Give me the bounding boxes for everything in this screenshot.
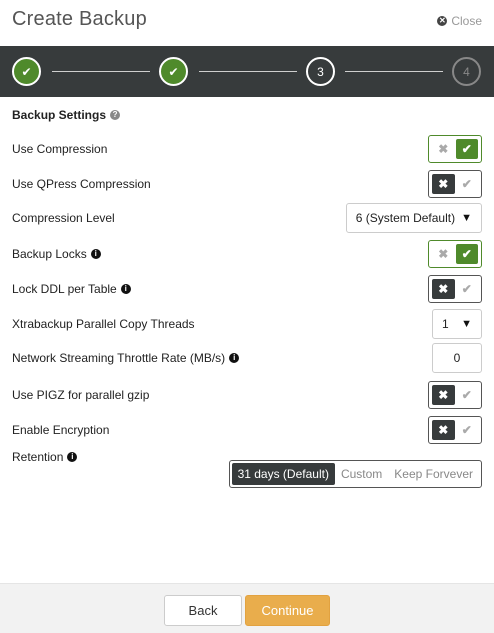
section-title: Backup Settings ? (12, 108, 121, 122)
setting-backup-locks: Backup Locks i ✖ ✔ (12, 239, 482, 269)
setting-label: Compression Level (12, 211, 115, 225)
help-icon[interactable]: ? (110, 110, 121, 120)
info-icon[interactable]: i (229, 353, 240, 363)
setting-enable-encryption: Enable Encryption ✖ ✔ (12, 415, 482, 445)
throttle-rate-input[interactable] (432, 343, 482, 373)
setting-label: Lock DDL per Table (12, 282, 117, 296)
lock-ddl-toggle[interactable]: ✖ ✔ (428, 275, 482, 303)
x-icon[interactable]: ✖ (432, 174, 455, 194)
setting-use-qpress: Use QPress Compression ✖ ✔ (12, 169, 482, 199)
compression-level-select[interactable]: 6 (System Default) ▼ (345, 203, 482, 233)
retention-option-custom[interactable]: Custom (335, 463, 388, 485)
check-icon: ✔ (168, 64, 179, 79)
select-value: 1 (442, 317, 449, 331)
retention-option-default[interactable]: 31 days (Default) (231, 463, 335, 485)
step-2-done: ✔ (159, 57, 188, 86)
setting-retention: Retention i 31 days (Default) Custom Kee… (12, 450, 482, 488)
setting-use-pigz: Use PIGZ for parallel gzip ✖ ✔ (12, 380, 482, 410)
setting-compression-level: Compression Level 6 (System Default) ▼ (12, 203, 482, 233)
x-icon[interactable]: ✖ (432, 244, 455, 264)
setting-label: Network Streaming Throttle Rate (MB/s) (12, 351, 226, 365)
use-qpress-toggle[interactable]: ✖ ✔ (428, 170, 482, 198)
step-connector (52, 71, 150, 72)
dialog-header: Create Backup ✕ Close (0, 0, 494, 46)
check-icon: ✔ (21, 64, 32, 79)
setting-label: Retention (12, 450, 64, 464)
setting-label: Use QPress Compression (12, 177, 151, 191)
step-connector (199, 71, 297, 72)
use-compression-toggle[interactable]: ✖ ✔ (428, 135, 482, 163)
setting-label: Use PIGZ for parallel gzip (12, 388, 150, 402)
step-1-done: ✔ (12, 57, 41, 86)
retention-segmented: 31 days (Default) Custom Keep Forvever (228, 460, 482, 488)
info-icon[interactable]: i (120, 284, 131, 294)
check-icon[interactable]: ✔ (456, 420, 479, 440)
x-icon[interactable]: ✖ (432, 420, 455, 440)
setting-label: Enable Encryption (12, 423, 110, 437)
check-icon[interactable]: ✔ (455, 139, 478, 159)
setting-lock-ddl: Lock DDL per Table i ✖ ✔ (12, 274, 482, 304)
enable-encryption-toggle[interactable]: ✖ ✔ (428, 416, 482, 444)
backup-locks-toggle[interactable]: ✖ ✔ (428, 240, 482, 268)
step-number: 4 (463, 64, 470, 79)
setting-label-wrap: Network Streaming Throttle Rate (MB/s) i (12, 351, 240, 365)
setting-label: Xtrabackup Parallel Copy Threads (12, 317, 195, 331)
x-icon[interactable]: ✖ (432, 279, 455, 299)
retention-option-forever[interactable]: Keep Forvever (388, 463, 479, 485)
check-icon[interactable]: ✔ (455, 244, 478, 264)
close-button[interactable]: ✕ Close (437, 14, 482, 28)
close-icon: ✕ (437, 16, 448, 26)
back-button[interactable]: Back (164, 595, 242, 626)
use-pigz-toggle[interactable]: ✖ ✔ (428, 381, 482, 409)
setting-parallel-threads: Xtrabackup Parallel Copy Threads 1 ▼ (12, 309, 482, 339)
step-4-pending: 4 (452, 57, 481, 86)
wizard-stepper: ✔ ✔ 3 4 (0, 46, 494, 97)
dialog-title: Create Backup (12, 8, 147, 30)
setting-throttle-rate: Network Streaming Throttle Rate (MB/s) i (12, 343, 482, 373)
step-number: 3 (317, 64, 324, 79)
create-backup-dialog: Create Backup ✕ Close ✔ ✔ 3 4 Backup Set… (0, 0, 494, 633)
select-value: 6 (System Default) (355, 211, 456, 225)
dialog-footer: Back Continue (0, 583, 494, 633)
step-connector (345, 71, 443, 72)
setting-label-wrap: Backup Locks i (12, 247, 101, 261)
caret-down-icon: ▼ (461, 212, 472, 224)
x-icon[interactable]: ✖ (432, 385, 455, 405)
x-icon[interactable]: ✖ (432, 139, 455, 159)
info-icon[interactable]: i (67, 452, 78, 462)
setting-label: Backup Locks (12, 247, 87, 261)
section-title-text: Backup Settings (12, 108, 107, 122)
step-3-current: 3 (306, 57, 335, 86)
caret-down-icon: ▼ (461, 318, 472, 330)
setting-use-compression: Use Compression ✖ ✔ (12, 134, 482, 164)
close-label: Close (451, 14, 482, 28)
setting-label: Use Compression (12, 142, 108, 156)
continue-button[interactable]: Continue (245, 595, 330, 626)
check-icon[interactable]: ✔ (456, 279, 479, 299)
setting-label-wrap: Retention i (12, 450, 78, 464)
parallel-threads-select[interactable]: 1 ▼ (432, 309, 482, 339)
check-icon[interactable]: ✔ (456, 385, 479, 405)
info-icon[interactable]: i (90, 249, 101, 259)
check-icon[interactable]: ✔ (456, 174, 479, 194)
setting-label-wrap: Lock DDL per Table i (12, 282, 131, 296)
